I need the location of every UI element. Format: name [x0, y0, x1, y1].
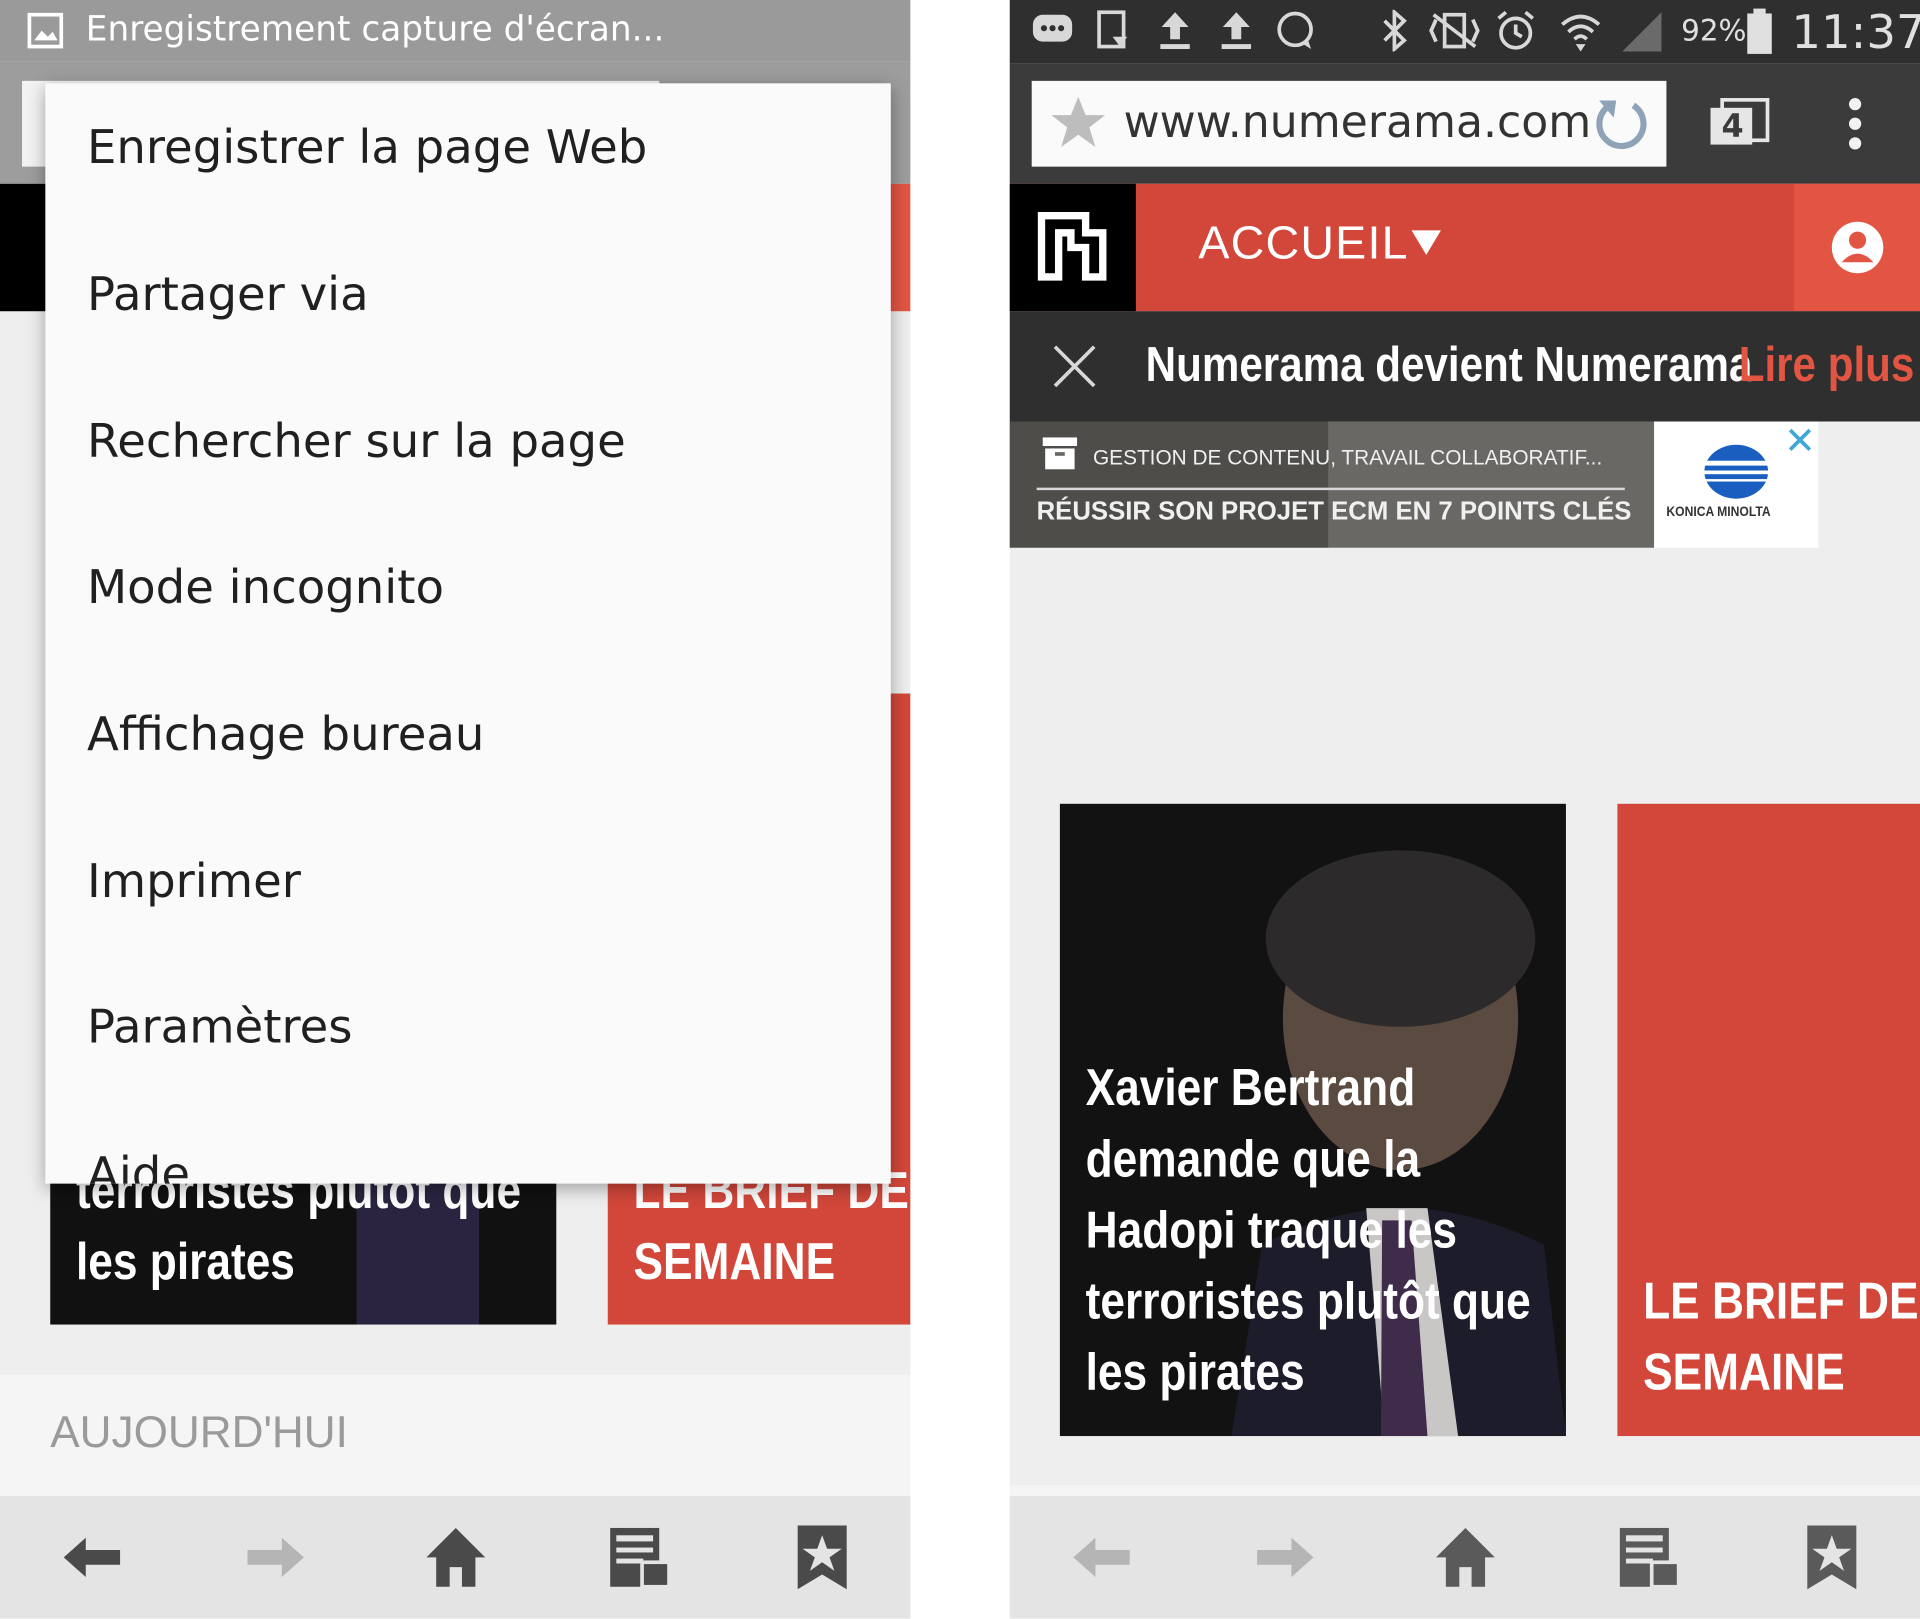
upload-icon	[1160, 12, 1190, 50]
menu-item-help[interactable]: Aide	[87, 1147, 190, 1184]
nav-menu-label[interactable]: ACCUEIL	[1198, 218, 1408, 271]
notification-text: Enregistrement capture d'écran...	[85, 8, 665, 50]
battery-icon	[1747, 8, 1772, 54]
right-screen: 92% 11:37 www.numerama.com 4 ACCUEIL Num…	[1009, 0, 1920, 1619]
reading-list-icon[interactable]	[605, 1523, 674, 1592]
address-bar[interactable]: www.numerama.com	[1031, 80, 1667, 167]
menu-item-find-in-page[interactable]: Rechercher sur la page	[87, 414, 626, 468]
article-title-line: demande que la	[1085, 1129, 1421, 1188]
article-line: les pirates	[75, 1232, 295, 1291]
brief-line: SEMAINE	[1643, 1342, 1845, 1401]
notification-bar: Enregistrement capture d'écran...	[0, 0, 911, 62]
article-title-line: terroristes plutôt que	[1085, 1271, 1531, 1330]
menu-item-share[interactable]: Partager via	[87, 267, 369, 321]
numerama-logo-icon	[1037, 211, 1107, 281]
brief-line: SEMAINE	[633, 1232, 836, 1291]
home-icon[interactable]	[1431, 1523, 1500, 1592]
more-options-icon[interactable]	[1843, 96, 1868, 152]
menu-item-save-page[interactable]: Enregistrer la page Web	[87, 120, 647, 174]
ad-banner[interactable]: GESTION DE CONTENU, TRAVAIL COLLABORATIF…	[1009, 421, 1655, 548]
ad-brand-name: KONICA MINOLTA	[1666, 504, 1771, 520]
vibrate-mute-icon	[1429, 12, 1480, 49]
bluetooth-icon	[1383, 9, 1407, 52]
forward-arrow-icon[interactable]	[1250, 1523, 1319, 1592]
article-title-line: Hadopi traque les	[1085, 1200, 1457, 1259]
reading-list-icon[interactable]	[1615, 1523, 1684, 1592]
menu-item-incognito[interactable]: Mode incognito	[87, 560, 444, 614]
star-icon[interactable]	[1049, 93, 1108, 152]
article-card[interactable]: Xavier Bertrand demande que la Hadopi tr…	[1059, 803, 1566, 1437]
forward-arrow-icon[interactable]	[240, 1523, 309, 1592]
upload-icon	[1221, 12, 1252, 50]
brief-card[interactable]: LE BRIEF DE LA SEMAINE	[1617, 803, 1920, 1437]
article-title-line: Xavier Bertrand	[1085, 1058, 1416, 1117]
ad-line-2: RÉUSSIR SON PROJET ECM EN 7 POINTS CLÉS	[1036, 497, 1632, 526]
messages-icon	[1032, 14, 1073, 42]
numerama-logo[interactable]	[1009, 183, 1136, 312]
clock: 11:37	[1791, 4, 1920, 59]
bookmark-star-icon[interactable]	[788, 1523, 857, 1592]
battery-percent: 92%	[1681, 13, 1747, 48]
tabs-button[interactable]: 4	[1710, 98, 1770, 147]
back-arrow-icon[interactable]	[59, 1523, 128, 1592]
konica-minolta-logo	[1704, 444, 1769, 499]
wifi-icon	[1561, 14, 1601, 52]
caret-down-icon[interactable]	[1410, 228, 1442, 257]
banner-link[interactable]: Lire plus	[1739, 338, 1915, 393]
ad-close-icon[interactable]	[1786, 426, 1813, 453]
device-icon	[1097, 10, 1128, 49]
site-header: ACCUEIL	[1009, 183, 1920, 312]
url-text[interactable]: www.numerama.com	[1124, 98, 1592, 148]
archive-icon	[1042, 437, 1078, 470]
account-button[interactable]	[1793, 183, 1920, 312]
article-title-line: les pirates	[1085, 1342, 1305, 1401]
announcement-banner: Numerama devient Numerama Lire plus	[1009, 311, 1920, 422]
account-icon	[1831, 221, 1884, 274]
signal-icon	[1622, 12, 1662, 52]
menu-item-print[interactable]: Imprimer	[87, 854, 301, 908]
close-icon[interactable]	[1051, 343, 1098, 390]
brief-line: LE BRIEF DE LA	[1643, 1271, 1920, 1330]
alarm-icon	[1497, 10, 1535, 50]
tab-count: 4	[1721, 109, 1744, 146]
status-bar: 92% 11:37	[1009, 0, 1920, 64]
reload-icon[interactable]	[1589, 93, 1650, 154]
browser-toolbar: www.numerama.com 4	[1009, 63, 1920, 184]
left-screen: Enregistrement capture d'écran... terror…	[0, 0, 911, 1619]
menu-item-desktop-view[interactable]: Affichage bureau	[87, 707, 484, 761]
ad-line-1: GESTION DE CONTENU, TRAVAIL COLLABORATIF…	[1092, 446, 1603, 470]
back-arrow-icon[interactable]	[1068, 1523, 1137, 1592]
ad-divider	[1036, 487, 1625, 491]
bottom-bar	[0, 1496, 911, 1619]
chat-icon	[1277, 11, 1313, 50]
ad-brand-panel[interactable]: KONICA MINOLTA	[1654, 421, 1819, 548]
home-icon[interactable]	[422, 1523, 491, 1592]
bookmark-star-icon[interactable]	[1798, 1523, 1867, 1592]
article-photo	[1231, 850, 1566, 1437]
overflow-menu: Enregistrer la page Web Partager via Rec…	[45, 83, 891, 1184]
screenshot-icon	[27, 12, 64, 49]
banner-text: Numerama devient Numerama	[1145, 338, 1753, 393]
bottom-bar	[1009, 1496, 1920, 1619]
section-heading: AUJOURD'HUI	[50, 1406, 348, 1457]
section-panel: AUJOURD'HUI	[0, 1374, 911, 1498]
menu-item-settings[interactable]: Paramètres	[87, 1000, 352, 1054]
